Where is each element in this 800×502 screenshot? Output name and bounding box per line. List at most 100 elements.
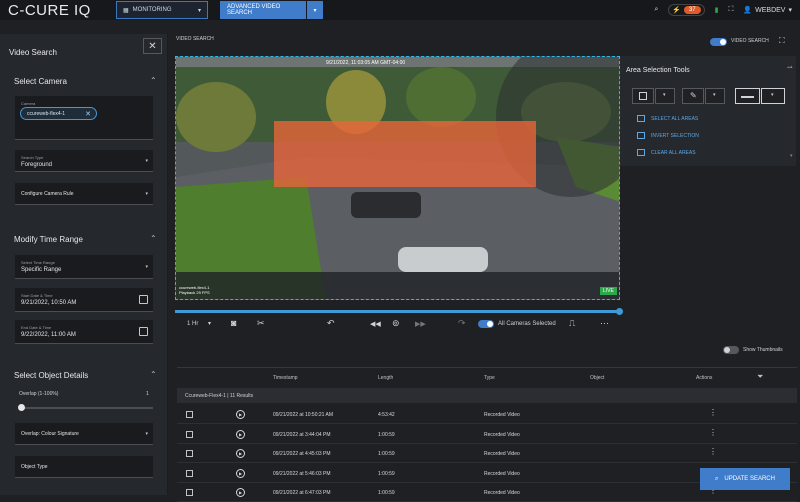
calendar-icon[interactable] [139,295,148,304]
results-group-header[interactable]: Ccureweb-Flex4-1 | 11 Results [177,388,797,403]
select-all-areas-link[interactable]: SELECT ALL AREAS [651,116,698,122]
table-row[interactable]: ▶ 09/21/2022 at 3:44:04 PM 1:00:59 Recorded… [177,425,797,444]
battery-icon[interactable]: ▮ [715,6,719,14]
length-header[interactable]: Length [378,375,393,381]
end-date-field[interactable]: End Date & Time 9/22/2022, 11:00 AM [15,320,153,344]
show-thumbnails-label: Show Thumbnails [743,347,783,353]
play-icon[interactable]: ▶ [236,410,245,419]
row-type: Recorded Video [484,412,520,418]
camera-select-icon[interactable]: ⎍ [569,318,575,329]
area-selection-panel: Area Selection Tools ⌃ ▾ ✎ ▾ ▾ SELECT AL… [620,56,796,166]
redo-icon[interactable]: ↷ [458,318,466,329]
search-type-select[interactable]: Search Type Foreground ▾ [15,150,153,172]
user-icon: 👤 [743,7,753,14]
type-header[interactable]: Type [484,375,495,381]
collapse-time-icon[interactable]: ⌃ [150,234,157,243]
dropdown-arrow-icon: ▾ [145,431,148,437]
play-icon[interactable]: ▶ [236,468,245,478]
clip-scissors-icon[interactable]: ✂ [257,318,265,329]
search-type-value: Foreground [21,162,53,168]
show-thumbnails-control[interactable]: Show Thumbnails [723,346,783,354]
play-icon[interactable]: ▶ [236,429,245,439]
row-actions-icon[interactable]: ⋮ [709,408,717,417]
time-range-label: Select Time Range [21,260,55,265]
speed-value: 1 Hr [187,321,199,327]
close-icon: ✕ [148,40,157,52]
video-playback-rate: Playback 29 FPS [179,290,210,295]
camera-chip[interactable]: ccureweb-flex4-1 ✕ [20,107,97,120]
timeline-handle[interactable] [616,308,623,315]
play-icon[interactable]: ▶ [236,488,245,497]
row-checkbox[interactable] [186,430,193,438]
camera-field[interactable]: Camera ccureweb-flex4-1 ✕ [15,96,153,140]
collapse-camera-icon[interactable]: ⌃ [150,76,157,85]
undo-icon[interactable]: ↶ [327,318,335,329]
row-checkbox[interactable] [186,469,193,477]
clear-all-areas-link[interactable]: CLEAR ALL AREAS [651,150,696,156]
remove-chip-icon[interactable]: ✕ [85,110,91,118]
line-size-button[interactable] [735,88,760,104]
more-options-icon[interactable]: ⋯ [600,318,609,329]
filter-icon[interactable]: ⏷ [757,372,763,382]
lightning-icon: ⚡ [672,7,681,14]
motion-selection-area[interactable] [274,121,536,187]
advanced-dropdown-button[interactable]: ▾ [307,1,323,19]
line-size-options-button[interactable]: ▾ [761,88,785,104]
timestamp-header[interactable]: Timestamp [273,375,298,381]
monitoring-button[interactable]: ▦ MONITORING ▾ [116,1,208,19]
colour-signature-select[interactable]: Overlap: Colour Signature ▾ [15,423,153,445]
invert-selection-link[interactable]: INVERT SELECTION [651,133,699,139]
video-search-toggle[interactable] [710,38,727,46]
object-header[interactable]: Object [590,375,604,381]
brush-options-button[interactable]: ▾ [705,88,725,104]
search-icon[interactable]: ⌕ [654,6,658,14]
rectangle-tool-button[interactable] [632,88,654,104]
show-thumbnails-toggle[interactable] [723,346,739,354]
play-icon[interactable]: ▶ [236,449,245,458]
collapse-object-icon[interactable]: ⌃ [150,370,157,379]
configure-rule-select[interactable]: Configure Camera Rule ▾ [15,183,153,205]
video-player[interactable]: 9/21/2022, 11:03:05 AM GMT-04:00 ccurewe… [175,56,620,300]
alarm-indicator[interactable]: ⚡ 37 [668,4,705,16]
start-date-field[interactable]: Start Date & Time 9/21/2022, 10:50 AM [15,288,153,312]
table-row[interactable]: ▶ 09/21/2022 at 4:45:03 PM 1:00:59 Recorded… [177,444,797,463]
chevron-down-icon: ▾ [197,7,201,14]
user-name: WEBDEV [755,6,786,14]
chevron-down-icon: ▾ [771,92,774,98]
camera-chip-label: ccureweb-flex4-1 [27,110,66,117]
all-cameras-toggle[interactable] [478,320,494,328]
table-row[interactable]: ▶ 09/21/2022 at 10:50:21 AM 4:53:42 Recorde… [177,405,797,424]
overlap-slider-track[interactable] [19,407,153,409]
brush-tool-button[interactable]: ✎ [682,88,704,104]
row-type: Recorded Video [484,490,520,496]
row-actions-icon[interactable]: ⋮ [709,428,717,437]
live-badge: LIVE [600,287,617,295]
update-search-button[interactable]: ⌕ UPDATE SEARCH [700,468,790,490]
time-range-value: Specific Range [21,267,62,273]
row-checkbox[interactable] [186,450,193,457]
search-type-label: Search Type [21,155,44,160]
calendar-icon[interactable] [139,327,148,336]
panel-title: Video Search [9,48,57,57]
row-timestamp: 09/21/2022 at 5:46:03 PM [273,470,331,477]
advanced-video-search-tab[interactable]: ADVANCED VIDEO SEARCH [220,1,306,19]
chevron-down-icon: ▾ [313,7,317,14]
rewind-icon[interactable]: ◀◀ [370,320,381,328]
rectangle-options-button[interactable]: ▾ [655,88,675,104]
actions-header: Actions [696,375,713,381]
object-type-field[interactable]: Object Type [15,456,153,478]
stop-icon[interactable]: ⊚ [392,318,400,329]
row-length: 4:53:42 [378,412,395,418]
panel-scrollbar[interactable]: ▴▾ [790,62,795,158]
expand-icon[interactable]: ⛶ [779,36,785,46]
user-menu[interactable]: 👤 WEBDEV ▾ [743,6,792,15]
time-range-select[interactable]: Select Time Range Specific Range ▾ [15,255,153,279]
row-actions-icon[interactable]: ⋮ [709,447,717,456]
fast-forward-icon[interactable]: ▶▶ [415,320,426,328]
snapshot-icon[interactable]: ◙ [231,318,236,328]
close-panel-button[interactable]: ✕ [143,38,162,54]
fullscreen-icon[interactable]: ⛶ [729,6,734,14]
timeline-scrubber[interactable] [175,308,623,315]
speed-select[interactable]: 1 Hr ▾ [187,320,211,327]
row-checkbox[interactable] [186,411,193,418]
